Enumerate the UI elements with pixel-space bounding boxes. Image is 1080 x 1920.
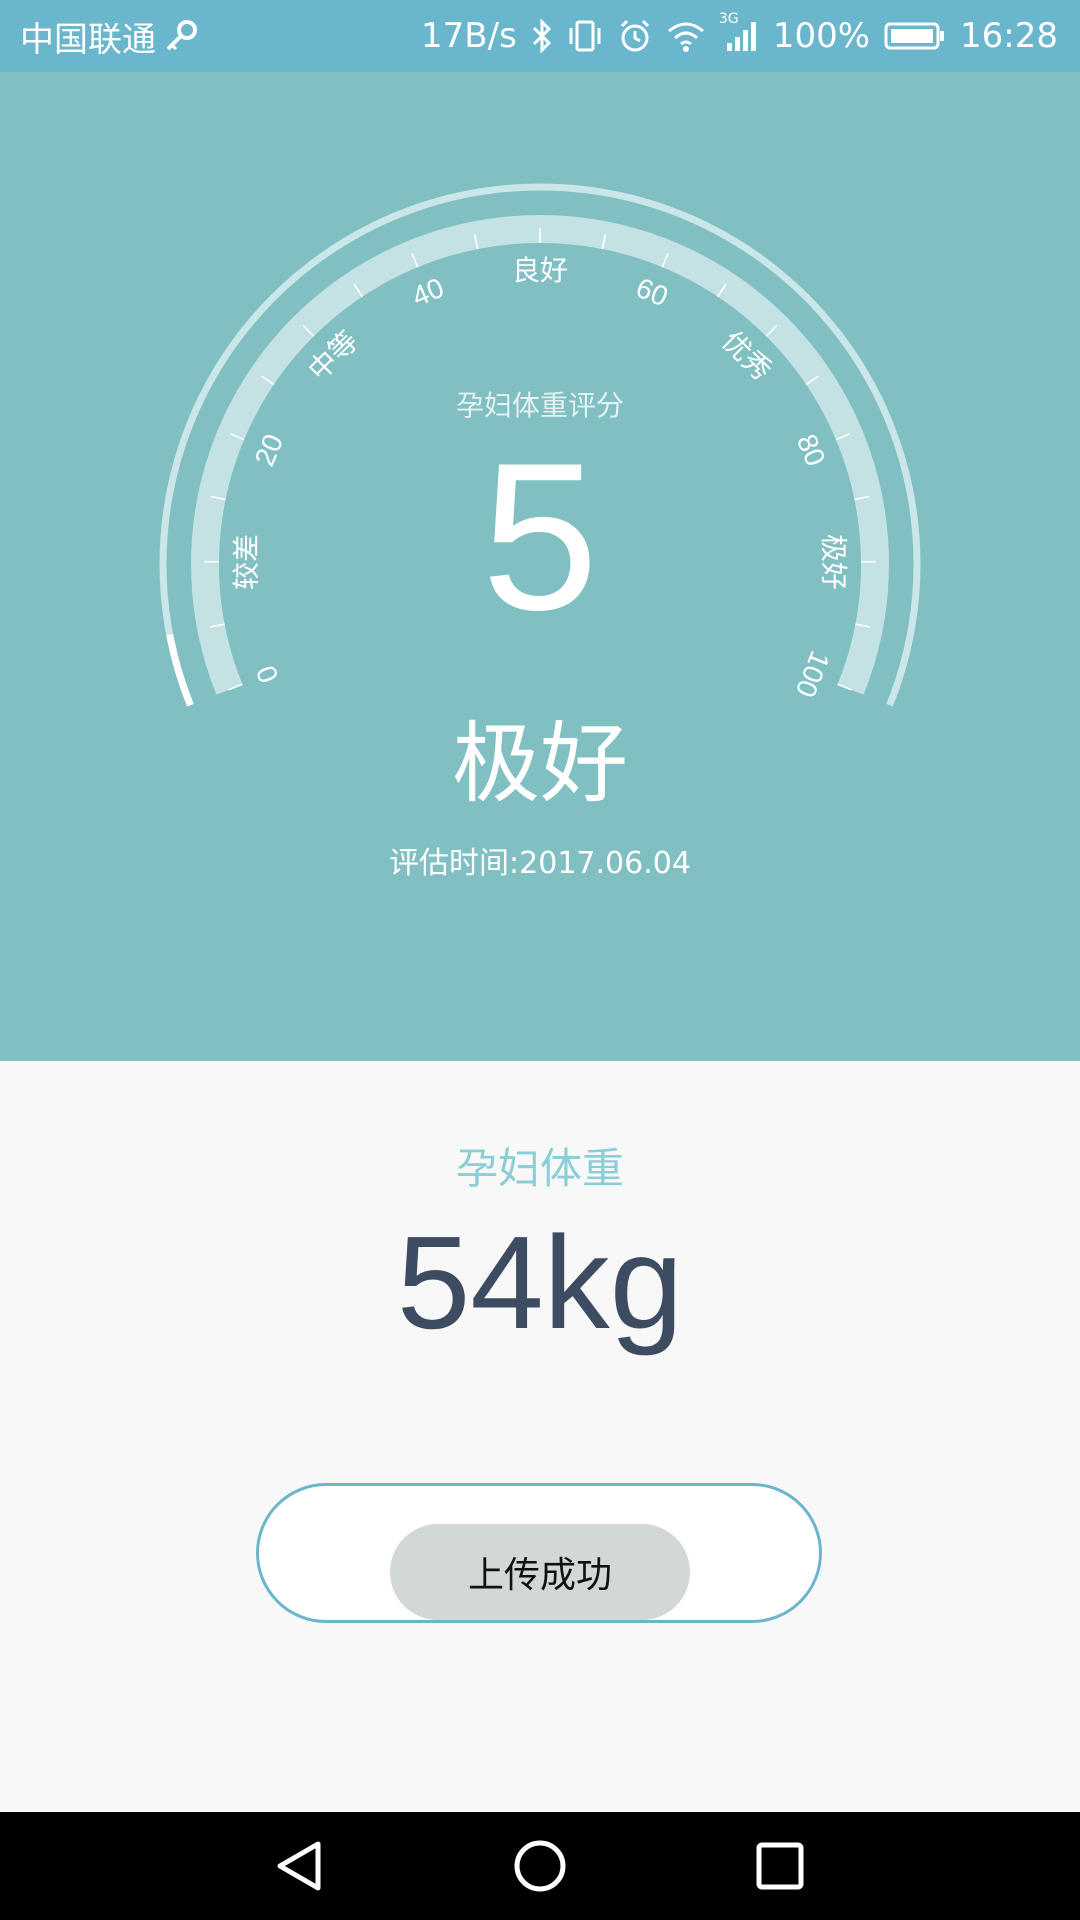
battery-percent: 100% (772, 16, 871, 56)
wifi-icon (667, 19, 705, 53)
recents-icon[interactable] (720, 1812, 840, 1920)
bluetooth-icon (531, 18, 553, 54)
gauge-progress-arc (166, 633, 194, 707)
gauge-grade-label: 良好 (512, 254, 568, 287)
network-type: 3G (718, 11, 739, 27)
clock-time: 16:28 (960, 16, 1058, 56)
vibrate-icon (567, 18, 603, 54)
eval-time: 评估时间:2017.06.04 (389, 846, 691, 881)
score-panel: 0 20 40 60 80 100 较差 中等 良好 优秀 极好 孕妇体重评分 5 极好 评估时间:… (0, 72, 1080, 1061)
net-speed: 17B/s (421, 16, 517, 56)
signal-icon: 3G (719, 11, 759, 53)
weight-value: 54kg (396, 1209, 684, 1356)
navigation-bar (0, 1812, 1080, 1920)
gauge-score: 5 (481, 419, 599, 654)
back-icon[interactable] (240, 1812, 360, 1920)
home-icon[interactable] (480, 1812, 600, 1920)
weight-label: 孕妇体重 (455, 1144, 624, 1193)
gauge-scale-label: 40 (408, 272, 449, 313)
status-right: 17B/s 3G 100% 16:28 (421, 0, 1058, 72)
battery-icon (884, 20, 946, 52)
gauge-scale-label: 60 (632, 272, 673, 313)
key-icon (164, 19, 198, 53)
upload-button[interactable]: 上传成功 (390, 1524, 690, 1620)
carrier-name: 中国联通 (20, 19, 156, 60)
gauge-scale-label: 0 (250, 661, 285, 687)
gauge-title: 孕妇体重评分 (455, 389, 624, 422)
gauge-scale-label: 100 (790, 647, 836, 702)
status-left: 中国联通 (20, 0, 198, 72)
status-bar: 中国联通 17B/s 3G 100% 16:28 (0, 0, 1080, 72)
grade-label: 极好 (451, 712, 628, 815)
alarm-icon (617, 18, 653, 54)
